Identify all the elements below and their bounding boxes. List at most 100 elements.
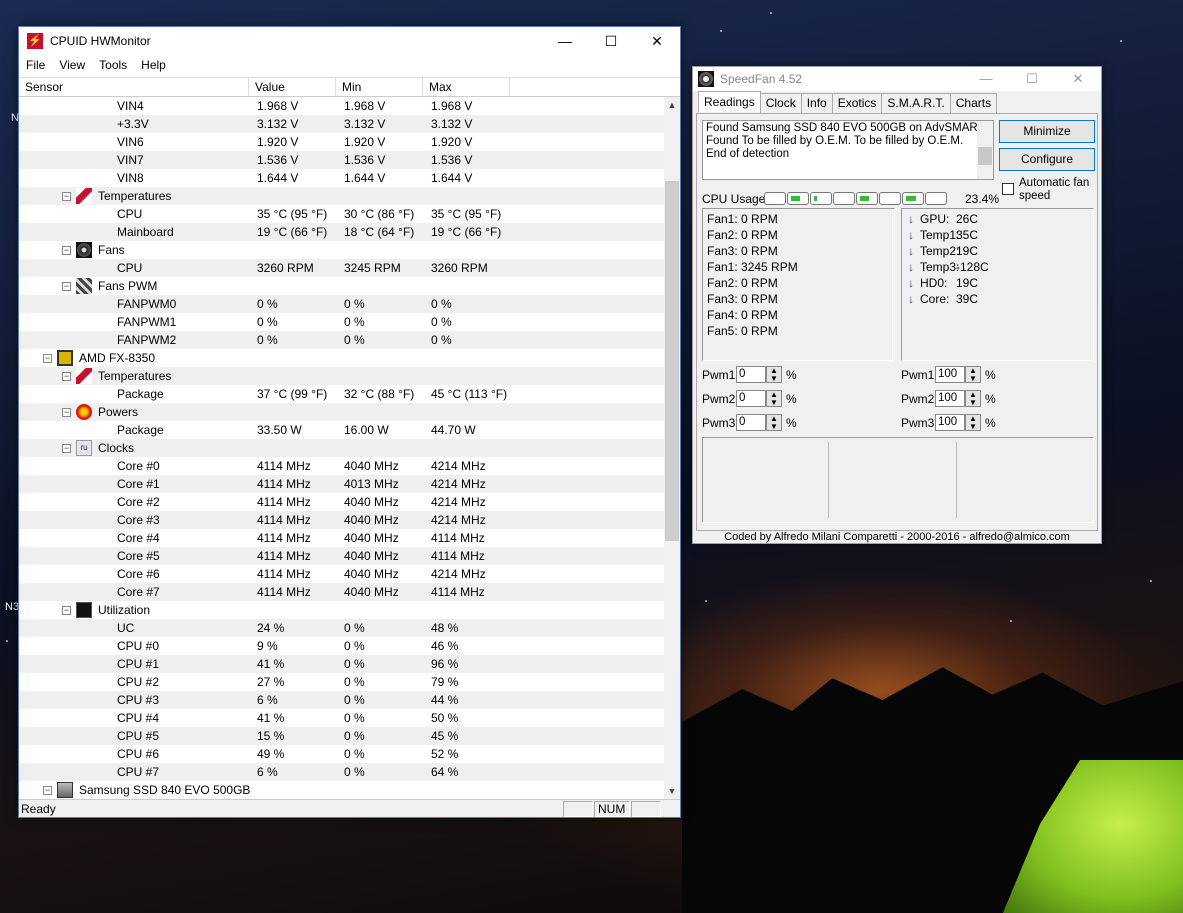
tab-exotics[interactable]: Exotics bbox=[831, 93, 883, 113]
sensor-row[interactable]: CPU 35 °C (95 °F) 30 °C (86 °F) 35 °C (95 °… bbox=[19, 205, 664, 223]
close-button[interactable]: ✕ bbox=[634, 27, 680, 55]
auto-fan-speed-checkbox[interactable] bbox=[1002, 183, 1014, 195]
tab-readings[interactable]: Readings bbox=[698, 91, 761, 112]
spinner-icon[interactable]: ▲ ▼ bbox=[766, 390, 782, 407]
close-button[interactable]: ✕ bbox=[1055, 71, 1101, 87]
collapse-icon[interactable]: − bbox=[43, 785, 52, 795]
pwm-value-input[interactable]: 100 bbox=[935, 414, 965, 431]
sensor-row[interactable]: CPU #1 41 % 0 % 96 % bbox=[19, 655, 664, 673]
sensor-row[interactable]: +3.3V 3.132 V 3.132 V 3.132 V bbox=[19, 115, 664, 133]
tree-group-row[interactable]: − Temperatures bbox=[19, 367, 664, 385]
sensor-row[interactable]: CPU #2 27 % 0 % 79 % bbox=[19, 673, 664, 691]
scroll-thumb[interactable] bbox=[978, 147, 992, 165]
tab-info[interactable]: Info bbox=[800, 93, 833, 113]
detection-log[interactable]: Found Samsung SSD 840 EVO 500GB on AdvSM… bbox=[702, 120, 994, 180]
sensor-row[interactable]: CPU #4 41 % 0 % 50 % bbox=[19, 709, 664, 727]
minimize-button[interactable]: Minimize bbox=[999, 120, 1095, 143]
sensor-row[interactable]: Core #0 4114 MHz 4040 MHz 4214 MHz bbox=[19, 457, 664, 475]
sensor-row[interactable]: CPU #5 15 % 0 % 45 % bbox=[19, 727, 664, 745]
sensor-row[interactable]: Core #3 4114 MHz 4040 MHz 4214 MHz bbox=[19, 511, 664, 529]
sensor-name-cell: CPU #1 bbox=[19, 655, 255, 673]
collapse-icon[interactable]: − bbox=[62, 407, 71, 417]
column-max[interactable]: Max bbox=[423, 78, 510, 96]
sensor-row[interactable]: Core #1 4114 MHz 4013 MHz 4214 MHz bbox=[19, 475, 664, 493]
sensor-row[interactable]: VIN4 1.968 V 1.968 V 1.968 V bbox=[19, 97, 664, 115]
sensor-row[interactable]: Package 37 °C (99 °F) 32 °C (88 °F) 45 °C (… bbox=[19, 385, 664, 403]
sensor-row[interactable]: VIN6 1.920 V 1.920 V 1.920 V bbox=[19, 133, 664, 151]
sensor-row[interactable]: Core #5 4114 MHz 4040 MHz 4114 MHz bbox=[19, 547, 664, 565]
tree-group-row[interactable]: − Powers bbox=[19, 403, 664, 421]
pwm-value-input[interactable]: 0 bbox=[736, 414, 766, 431]
collapse-icon[interactable]: − bbox=[62, 281, 71, 291]
menu-tools[interactable]: Tools bbox=[92, 58, 134, 72]
tree-group-row[interactable]: − ru Clocks bbox=[19, 439, 664, 457]
tree-group-row[interactable]: − AMD FX-8350 bbox=[19, 349, 664, 367]
log-scrollbar[interactable] bbox=[977, 121, 993, 179]
tree-group-row[interactable]: − Temperatures bbox=[19, 187, 664, 205]
sensor-row[interactable]: Core #2 4114 MHz 4040 MHz 4214 MHz bbox=[19, 493, 664, 511]
sensor-label: FANPWM2 bbox=[117, 333, 177, 347]
tree-group-row[interactable]: − Fans PWM bbox=[19, 277, 664, 295]
maximize-button[interactable]: ☐ bbox=[588, 27, 634, 55]
scroll-thumb[interactable] bbox=[665, 181, 679, 541]
pwm-value-input[interactable]: 100 bbox=[935, 390, 965, 407]
sensor-row[interactable]: CPU 3260 RPM 3245 RPM 3260 RPM bbox=[19, 259, 664, 277]
pwm-value-input[interactable]: 100 bbox=[935, 366, 965, 383]
collapse-icon[interactable]: − bbox=[62, 443, 71, 453]
title-bar[interactable]: SpeedFan 4.52 — ☐ ✕ bbox=[693, 67, 1101, 91]
sensor-row[interactable]: Core #7 4114 MHz 4040 MHz 4114 MHz bbox=[19, 583, 664, 601]
collapse-icon[interactable]: − bbox=[62, 245, 71, 255]
spinner-icon[interactable]: ▲ ▼ bbox=[965, 366, 981, 383]
collapse-icon[interactable]: − bbox=[62, 605, 71, 615]
scroll-down-icon[interactable]: ▼ bbox=[664, 783, 680, 799]
sensor-row[interactable]: Core #4 4114 MHz 4040 MHz 4114 MHz bbox=[19, 529, 664, 547]
pwm-value-input[interactable]: 0 bbox=[736, 390, 766, 407]
temp-value: 26C bbox=[956, 212, 979, 226]
maximize-button[interactable]: ☐ bbox=[1009, 71, 1055, 87]
collapse-icon[interactable]: − bbox=[62, 191, 71, 201]
sensor-row[interactable]: CPU #7 6 % 0 % 64 % bbox=[19, 763, 664, 781]
vertical-scrollbar[interactable]: ▲ ▼ bbox=[664, 97, 680, 799]
collapse-icon[interactable]: − bbox=[43, 353, 52, 363]
tree-group-row[interactable]: − Utilization bbox=[19, 601, 664, 619]
sensor-row[interactable]: VIN7 1.536 V 1.536 V 1.536 V bbox=[19, 151, 664, 169]
tab-charts[interactable]: Charts bbox=[949, 93, 998, 113]
tree-group-row[interactable]: − Samsung SSD 840 EVO 500GB bbox=[19, 781, 664, 799]
scroll-up-icon[interactable]: ▲ bbox=[664, 97, 680, 113]
sensor-row[interactable]: FANPWM1 0 % 0 % 0 % bbox=[19, 313, 664, 331]
spinner-icon[interactable]: ▲ ▼ bbox=[766, 414, 782, 431]
tree-group-row[interactable]: − Fans bbox=[19, 241, 664, 259]
minimize-button[interactable]: — bbox=[542, 27, 588, 55]
sensor-row[interactable]: CPU #0 9 % 0 % 46 % bbox=[19, 637, 664, 655]
sensor-row[interactable]: VIN8 1.644 V 1.644 V 1.644 V bbox=[19, 169, 664, 187]
spinner-icon[interactable]: ▲ ▼ bbox=[965, 390, 981, 407]
sensor-label: CPU bbox=[117, 207, 143, 221]
column-value[interactable]: Value bbox=[249, 78, 336, 96]
sensor-tree[interactable]: VIN4 1.968 V 1.968 V 1.968 V +3.3V 3.132 V 3.1… bbox=[19, 97, 664, 799]
minimize-button[interactable]: — bbox=[963, 71, 1009, 87]
column-min[interactable]: Min bbox=[336, 78, 423, 96]
menu-file[interactable]: File bbox=[19, 58, 52, 72]
sensor-max: 96 % bbox=[431, 657, 459, 671]
collapse-icon[interactable]: − bbox=[62, 371, 71, 381]
sensor-row[interactable]: Core #6 4114 MHz 4040 MHz 4214 MHz bbox=[19, 565, 664, 583]
menu-help[interactable]: Help bbox=[134, 58, 173, 72]
sensor-row[interactable]: CPU #6 49 % 0 % 52 % bbox=[19, 745, 664, 763]
menu-view[interactable]: View bbox=[52, 58, 92, 72]
tab-clock[interactable]: Clock bbox=[759, 93, 802, 113]
spinner-icon[interactable]: ▲ ▼ bbox=[766, 366, 782, 383]
sensor-row[interactable]: Package 33.50 W 16.00 W 44.70 W bbox=[19, 421, 664, 439]
sensor-name-cell: FANPWM0 bbox=[19, 295, 255, 313]
pwm-value-input[interactable]: 0 bbox=[736, 366, 766, 383]
spinner-icon[interactable]: ▲ ▼ bbox=[965, 414, 981, 431]
column-sensor[interactable]: Sensor bbox=[19, 78, 249, 96]
sensor-row[interactable]: FANPWM2 0 % 0 % 0 % bbox=[19, 331, 664, 349]
sensor-row[interactable]: Mainboard 19 °C (66 °F) 18 °C (64 °F) 19 °C… bbox=[19, 223, 664, 241]
sensor-max: 4214 MHz bbox=[431, 513, 486, 527]
sensor-row[interactable]: CPU #3 6 % 0 % 44 % bbox=[19, 691, 664, 709]
sensor-row[interactable]: UC 24 % 0 % 48 % bbox=[19, 619, 664, 637]
tab-smart[interactable]: S.M.A.R.T. bbox=[881, 93, 951, 113]
title-bar[interactable]: ⚡ CPUID HWMonitor — ☐ ✕ bbox=[19, 27, 680, 55]
configure-button[interactable]: Configure bbox=[999, 148, 1095, 171]
sensor-row[interactable]: FANPWM0 0 % 0 % 0 % bbox=[19, 295, 664, 313]
